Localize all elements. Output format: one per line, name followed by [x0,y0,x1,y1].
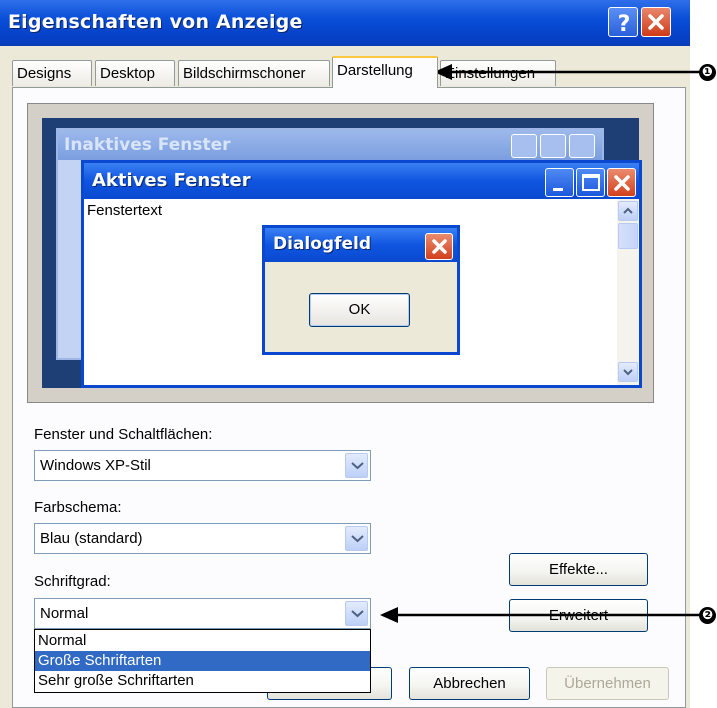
tab-appearance[interactable]: Darstellung [332,56,438,88]
annotation-marker-2: ❷ [699,607,716,624]
annotation-marker-1: ❶ [699,64,716,81]
annotation-arrows [380,64,700,623]
arrowhead-2 [380,607,398,623]
